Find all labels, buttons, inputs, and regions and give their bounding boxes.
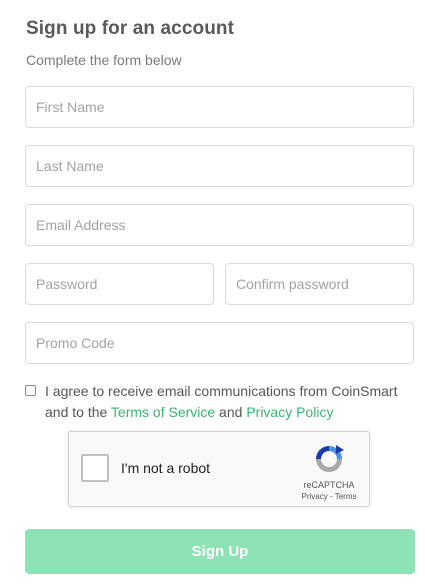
confirm-password-field[interactable] [225,263,414,305]
agreement: I agree to receive email communications … [25,381,417,423]
agreement-text: I agree to receive email communications … [25,381,417,423]
recaptcha-brand: reCAPTCHA [303,480,355,490]
terms-of-service-link[interactable]: Terms of Service [111,404,215,420]
page-title: Sign up for an account [26,18,235,39]
recaptcha-logo-icon [316,445,344,472]
promo-code-field[interactable] [25,322,414,364]
last-name-field[interactable] [25,145,414,187]
recaptcha-widget: I'm not a robot reCAPTCHA Privacy - Term… [68,431,370,507]
sign-up-button[interactable]: Sign Up [25,529,415,574]
page-subtitle: Complete the form below [26,52,182,68]
first-name-field[interactable] [25,86,414,128]
agreement-checkbox[interactable] [25,385,36,396]
privacy-policy-link[interactable]: Privacy Policy [246,404,333,420]
recaptcha-checkbox[interactable] [81,454,109,482]
password-field[interactable] [25,263,214,305]
email-field[interactable] [25,204,414,246]
recaptcha-privacy-terms-links[interactable]: Privacy - Terms [293,492,365,501]
recaptcha-label: I'm not a robot [121,460,211,476]
agreement-and-text: and [215,404,247,420]
